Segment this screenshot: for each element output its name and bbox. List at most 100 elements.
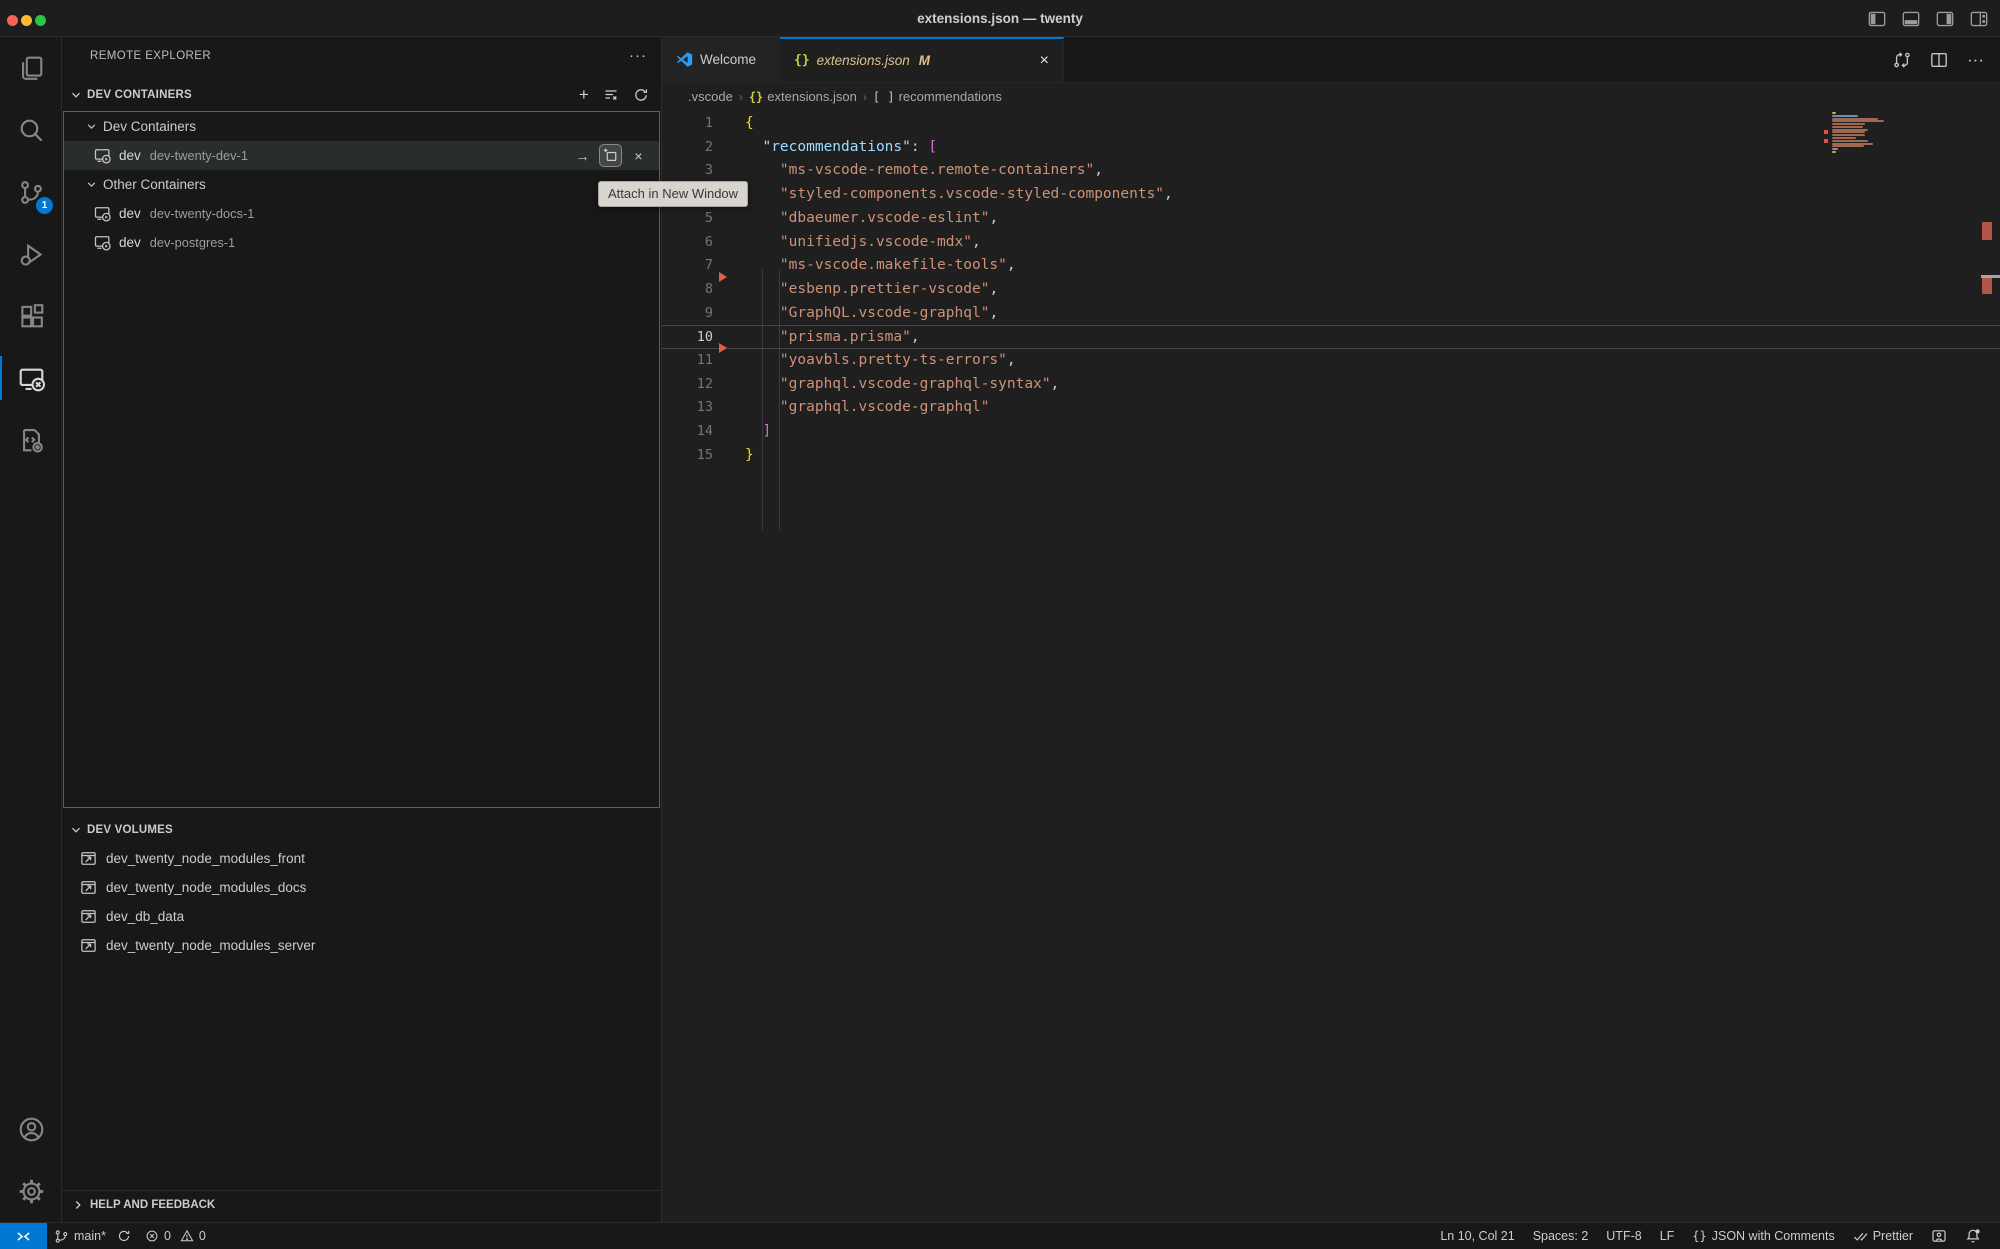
section-dev-volumes[interactable]: DEV VOLUMES [62,815,661,844]
indentation-item[interactable]: Spaces: 2 [1524,1229,1598,1243]
chevron-down-icon [84,177,99,192]
tooltip-attach-in-new-window: Attach in New Window [598,181,748,207]
extensions-icon[interactable] [0,285,62,347]
tree-item-dev-postgres-1[interactable]: dev dev-postgres-1 [64,228,659,257]
braces-icon: {} [1692,1229,1706,1243]
source-control-badge: 1 [36,197,53,214]
code-line[interactable]: 11 "yoavbls.pretty-ts-errors", [662,349,2000,373]
code-line[interactable]: 5 "dbaeumer.vscode-eslint", [662,207,2000,231]
code-line[interactable]: 13 "graphql.vscode-graphql" [662,396,2000,420]
line-text: "esbenp.prettier-vscode", [745,278,998,302]
minimap-line [1832,120,1884,122]
customize-layout-icon[interactable] [1970,10,1988,28]
container-tools-icon[interactable] [0,409,62,471]
symbol-array-icon: [ ] [873,90,895,104]
sync-icon[interactable] [117,1229,131,1243]
code-line[interactable]: 15} [662,444,2000,468]
line-number: 13 [662,396,713,420]
volume-item[interactable]: dev_twenty_node_modules_front [62,844,661,873]
breadcrumb-file[interactable]: extensions.json [767,89,857,104]
tree-group-other-containers[interactable]: Other Containers [64,170,659,199]
new-container-plus-icon[interactable]: + [579,85,589,105]
title-bar: extensions.json — twenty [0,0,2000,37]
tree-item-dev-twenty-dev-1[interactable]: dev dev-twenty-dev-1 → × [64,141,659,170]
volume-item[interactable]: dev_twenty_node_modules_server [62,931,661,960]
vscode-window: extensions.json — twenty [0,0,2000,1249]
toggle-primary-sidebar-icon[interactable] [1868,10,1886,28]
minimap-line [1832,148,1838,150]
section-help-and-feedback[interactable]: HELP AND FEEDBACK [62,1190,661,1219]
tab-welcome[interactable]: Welcome [662,37,780,82]
search-icon[interactable] [0,99,62,161]
overview-ruler[interactable] [1981,110,2000,1222]
code-line[interactable]: 8 "esbenp.prettier-vscode", [662,278,2000,302]
minimap-line [1832,145,1864,147]
line-number: 5 [662,207,713,231]
formatter-item[interactable]: Prettier [1844,1229,1922,1244]
volume-item[interactable]: dev_twenty_node_modules_docs [62,873,661,902]
feedback-item[interactable] [1922,1228,1956,1244]
code-line[interactable]: 4 "styled-components.vscode-styled-compo… [662,183,2000,207]
remote-indicator[interactable] [0,1223,47,1249]
cursor-position-item[interactable]: Ln 10, Col 21 [1431,1229,1523,1243]
settings-gear-icon[interactable] [0,1160,62,1222]
section-dev-containers[interactable]: DEV CONTAINERS + [62,78,661,111]
stop-container-icon[interactable]: × [628,145,649,166]
encoding-item[interactable]: UTF-8 [1597,1229,1650,1243]
tree-group-dev-containers[interactable]: Dev Containers [64,112,659,141]
modified-badge: M [919,53,930,68]
code-line[interactable]: 6 "unifiedjs.vscode-mdx", [662,231,2000,255]
line-number: 15 [662,444,713,468]
line-text: "graphql.vscode-graphql" [745,396,989,420]
tab-extensions-json[interactable]: {} extensions.json M × [780,37,1064,82]
open-changes-icon[interactable] [1893,51,1911,69]
minimap-line [1832,151,1836,153]
chevron-right-icon [70,1197,86,1213]
eol-item[interactable]: LF [1651,1229,1684,1243]
breadcrumb-folder[interactable]: .vscode [688,89,733,104]
bell-dot-icon [1965,1228,1981,1244]
minimap[interactable] [1820,112,1895,158]
toggle-panel-icon[interactable] [1902,10,1920,28]
accounts-icon[interactable] [0,1098,62,1160]
volume-item[interactable]: dev_db_data [62,902,661,931]
code-editor[interactable]: 1{2 "recommendations": [3 "ms-vscode-rem… [662,110,2000,1222]
remote-explorer-icon[interactable] [0,347,62,409]
code-line[interactable]: 3 "ms-vscode-remote.remote-containers", [662,159,2000,183]
toggle-secondary-sidebar-icon[interactable] [1936,10,1954,28]
breadcrumb-symbol[interactable]: recommendations [899,89,1002,104]
code-line[interactable]: 2 "recommendations": [ [662,136,2000,160]
line-text: "dbaeumer.vscode-eslint", [745,207,998,231]
line-text: "ms-vscode-remote.remote-containers", [745,159,1103,183]
more-actions-icon[interactable]: ··· [1967,50,1984,70]
tab-close-icon[interactable]: × [1040,54,1049,68]
git-branch-icon [54,1229,69,1244]
attach-new-window-icon[interactable] [600,145,621,166]
problems-item[interactable]: 0 0 [138,1223,213,1249]
source-control-icon[interactable]: 1 [0,161,62,223]
refresh-icon[interactable] [633,87,649,103]
code-line[interactable]: 9 "GraphQL.vscode-graphql", [662,302,2000,326]
attach-container-icon[interactable]: → [572,145,593,166]
code-line[interactable]: 10 "prisma.prisma", [662,325,2000,349]
code-line[interactable]: 1{ [662,112,2000,136]
explorer-icon[interactable] [0,37,62,99]
filter-icon[interactable] [603,87,619,103]
language-mode-item[interactable]: {} JSON with Comments [1683,1229,1843,1243]
minimap-line [1832,137,1856,139]
tree-item-dev-twenty-docs-1[interactable]: dev dev-twenty-docs-1 [64,199,659,228]
run-debug-icon[interactable] [0,223,62,285]
split-editor-icon[interactable] [1930,51,1948,69]
error-count: 0 [164,1229,171,1243]
notifications-item[interactable] [1956,1228,1990,1244]
code-line[interactable]: 7 "ms-vscode.makefile-tools", [662,254,2000,278]
dev-volumes-list: dev_twenty_node_modules_front dev_twenty… [62,844,661,960]
code-line[interactable]: 14 ] [662,420,2000,444]
git-branch-item[interactable]: main* [47,1223,138,1249]
section-label: DEV VOLUMES [87,824,173,836]
line-text: "yoavbls.pretty-ts-errors", [745,349,1016,373]
line-text: } [745,444,754,468]
volume-label: dev_twenty_node_modules_front [106,851,305,866]
code-line[interactable]: 12 "graphql.vscode-graphql-syntax", [662,373,2000,397]
sidebar-more-actions-icon[interactable]: ··· [629,51,647,61]
